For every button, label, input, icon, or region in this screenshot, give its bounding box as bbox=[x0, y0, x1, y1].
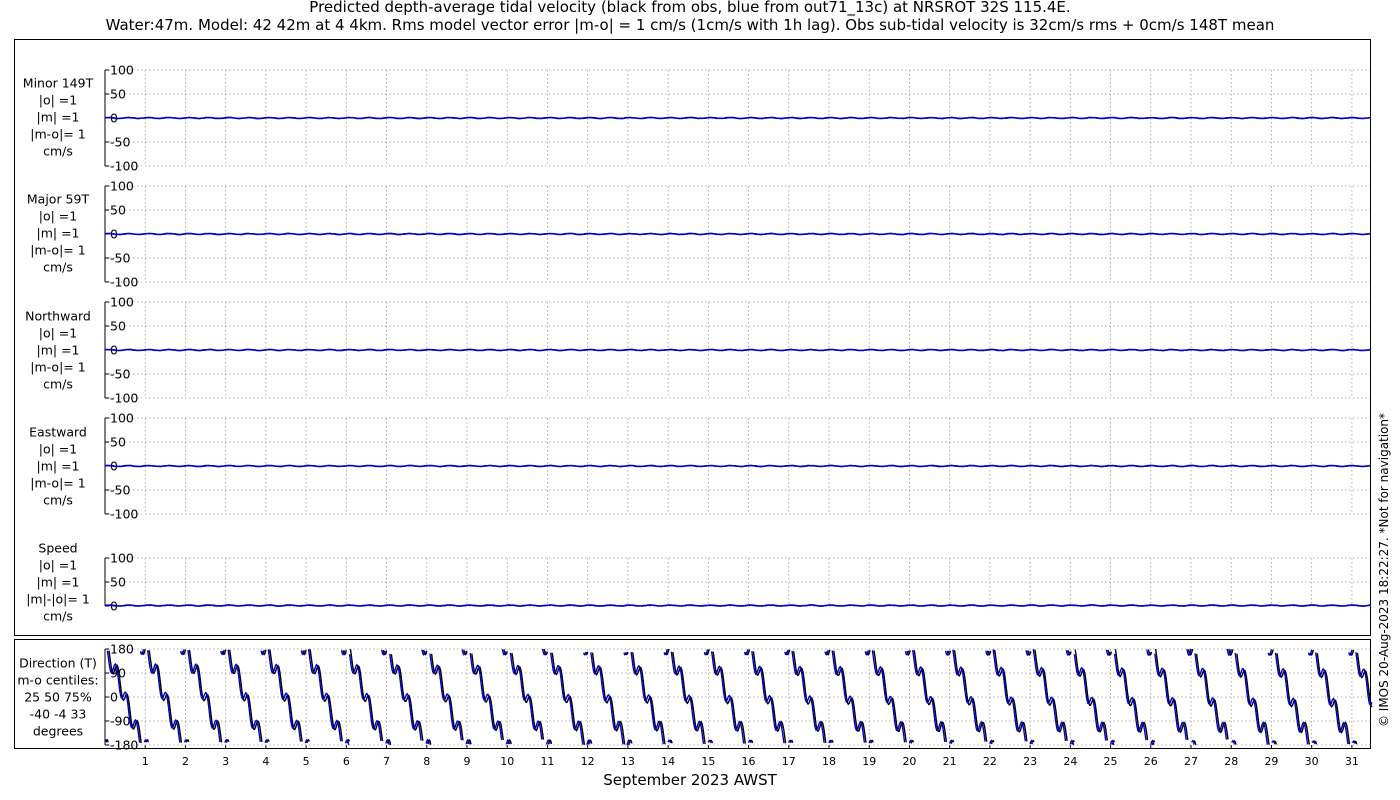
x-tick-label-21: 21 bbox=[943, 755, 957, 768]
x-tick-label-11: 11 bbox=[540, 755, 554, 768]
series-model-east bbox=[104, 464, 1371, 468]
x-tick-label-6: 6 bbox=[343, 755, 350, 768]
x-tick-label-10: 10 bbox=[500, 755, 514, 768]
y-tick-label-minor: -100 bbox=[110, 159, 138, 174]
y-tick-label-major: 100 bbox=[110, 179, 134, 194]
y-tick-label-major: -50 bbox=[110, 251, 130, 266]
x-tick-label-30: 30 bbox=[1305, 755, 1319, 768]
panel-label-speed: Speed |o| =1 |m| =1 |m|-|o|= 1 cm/s bbox=[26, 541, 90, 624]
x-tick-label-31: 31 bbox=[1345, 755, 1359, 768]
x-tick-label-25: 25 bbox=[1104, 755, 1118, 768]
upper-plot-frame bbox=[14, 39, 1371, 636]
y-tick-label-speed: 50 bbox=[110, 575, 126, 590]
y-tick-label-major: 50 bbox=[110, 203, 126, 218]
series-model-minor bbox=[105, 116, 1371, 120]
y-tick-label-speed: 100 bbox=[110, 551, 134, 566]
panel-label-minor: Minor 149T |o| =1 |m| =1 |m-o|= 1 cm/s bbox=[23, 76, 94, 159]
y-tick-label-east: -50 bbox=[110, 483, 130, 498]
x-tick-label-19: 19 bbox=[862, 755, 876, 768]
x-tick-label-20: 20 bbox=[902, 755, 916, 768]
x-tick-label-9: 9 bbox=[464, 755, 471, 768]
x-tick-label-8: 8 bbox=[423, 755, 430, 768]
x-tick-label-5: 5 bbox=[303, 755, 310, 768]
x-tick-label-29: 29 bbox=[1264, 755, 1278, 768]
y-tick-label-east: 100 bbox=[110, 411, 134, 426]
y-tick-label-direction: -90 bbox=[110, 714, 130, 729]
y-tick-label-north: -50 bbox=[110, 367, 130, 382]
y-tick-label-direction: 0 bbox=[110, 690, 118, 705]
x-tick-label-13: 13 bbox=[621, 755, 635, 768]
x-tick-label-2: 2 bbox=[182, 755, 189, 768]
x-tick-label-22: 22 bbox=[983, 755, 997, 768]
copyright-note: © IMOS 20-Aug-2023 18:22:27. *Not for na… bbox=[1377, 413, 1391, 727]
y-tick-label-north: -100 bbox=[110, 391, 138, 406]
x-tick-label-27: 27 bbox=[1184, 755, 1198, 768]
x-tick-label-15: 15 bbox=[701, 755, 715, 768]
x-tick-label-7: 7 bbox=[383, 755, 390, 768]
y-tick-label-east: -100 bbox=[110, 507, 138, 522]
series-model-major bbox=[104, 232, 1371, 236]
y-tick-label-direction: 180 bbox=[110, 642, 134, 657]
y-tick-label-north: 100 bbox=[110, 295, 134, 310]
x-tick-label-16: 16 bbox=[742, 755, 756, 768]
y-tick-label-east: 50 bbox=[110, 435, 126, 450]
x-tick-label-1: 1 bbox=[142, 755, 149, 768]
x-tick-label-17: 17 bbox=[782, 755, 796, 768]
panel-label-east: Eastward |o| =1 |m| =1 |m-o|= 1 cm/s bbox=[29, 425, 87, 508]
y-tick-label-north: 50 bbox=[110, 319, 126, 334]
y-tick-label-minor: 50 bbox=[110, 87, 126, 102]
x-tick-label-3: 3 bbox=[222, 755, 229, 768]
y-tick-label-major: -100 bbox=[110, 275, 138, 290]
y-tick-label-minor: -50 bbox=[110, 135, 130, 150]
y-tick-label-direction: -180 bbox=[110, 738, 138, 753]
x-tick-label-4: 4 bbox=[262, 755, 269, 768]
x-tick-label-18: 18 bbox=[822, 755, 836, 768]
x-tick-label-12: 12 bbox=[581, 755, 595, 768]
x-tick-label-23: 23 bbox=[1023, 755, 1037, 768]
x-tick-label-24: 24 bbox=[1063, 755, 1077, 768]
x-tick-label-26: 26 bbox=[1144, 755, 1158, 768]
y-tick-label-minor: 100 bbox=[110, 63, 134, 78]
tidal-velocity-chart: 1 2 3 4 5 6 7 8 9 10 11 12 13 14 15 16 17 18 19 20 21 22 23 24 2… bbox=[14, 39, 1391, 789]
panel-label-direction: Direction (T) m-o centiles: 25 50 75% -40 -… bbox=[17, 656, 98, 739]
series-model-north bbox=[104, 348, 1371, 352]
x-tick-label-28: 28 bbox=[1224, 755, 1238, 768]
x-tick-label-14: 14 bbox=[661, 755, 675, 768]
panel-label-major: Major 59T |o| =1 |m| =1 |m-o|= 1 cm/s bbox=[27, 192, 90, 275]
x-axis-label: September 2023 AWST bbox=[603, 771, 777, 789]
panel-label-north: Northward |o| =1 |m| =1 |m-o|= 1 cm/s bbox=[25, 309, 91, 392]
